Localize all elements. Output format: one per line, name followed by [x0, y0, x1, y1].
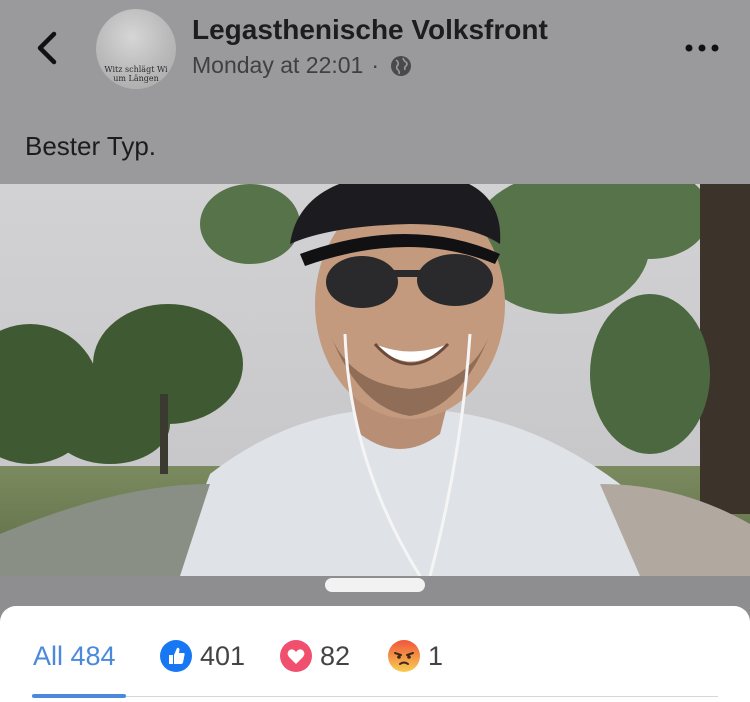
video-player[interactable]: [0, 184, 750, 576]
globe-icon: [391, 55, 412, 76]
reaction-tabs: All 484 401 82 1: [0, 606, 750, 702]
tabs-divider: [126, 696, 718, 697]
post-timestamp[interactable]: Monday at 22:01: [192, 52, 363, 79]
chevron-left-icon: [37, 31, 57, 65]
love-icon: [280, 640, 312, 672]
reactions-sheet: All 484 401 82 1: [0, 606, 750, 702]
tab-angry-reactions[interactable]: 1: [388, 636, 443, 676]
more-options-button[interactable]: [682, 38, 722, 58]
angry-icon: [388, 640, 420, 672]
more-horizontal-icon: [685, 44, 719, 52]
like-icon: [160, 640, 192, 672]
tab-angry-count: 1: [428, 640, 444, 671]
active-tab-indicator: [32, 694, 126, 698]
meta-separator: ·: [371, 52, 380, 78]
avatar[interactable]: Witz schlägt Wi um Längen: [96, 9, 176, 89]
video-frame: [0, 184, 750, 576]
tab-all-reactions[interactable]: All 484: [33, 636, 116, 676]
page-name[interactable]: Legasthenische Volksfront: [192, 14, 548, 46]
tab-love-reactions[interactable]: 82: [280, 636, 350, 676]
tab-all-label: All 484: [33, 640, 116, 671]
post-meta: Monday at 22:01 ·: [192, 52, 413, 79]
tab-like-count: 401: [200, 640, 246, 671]
sheet-drag-handle[interactable]: [325, 578, 425, 592]
tab-like-reactions[interactable]: 401: [160, 636, 245, 676]
avatar-text: Witz schlägt Wi um Längen: [104, 65, 168, 83]
back-button[interactable]: [30, 28, 66, 68]
post-text: Bester Typ.: [25, 131, 157, 161]
post-header: Witz schlägt Wi um Längen Legasthenische…: [0, 0, 750, 184]
tab-love-count: 82: [320, 640, 351, 671]
